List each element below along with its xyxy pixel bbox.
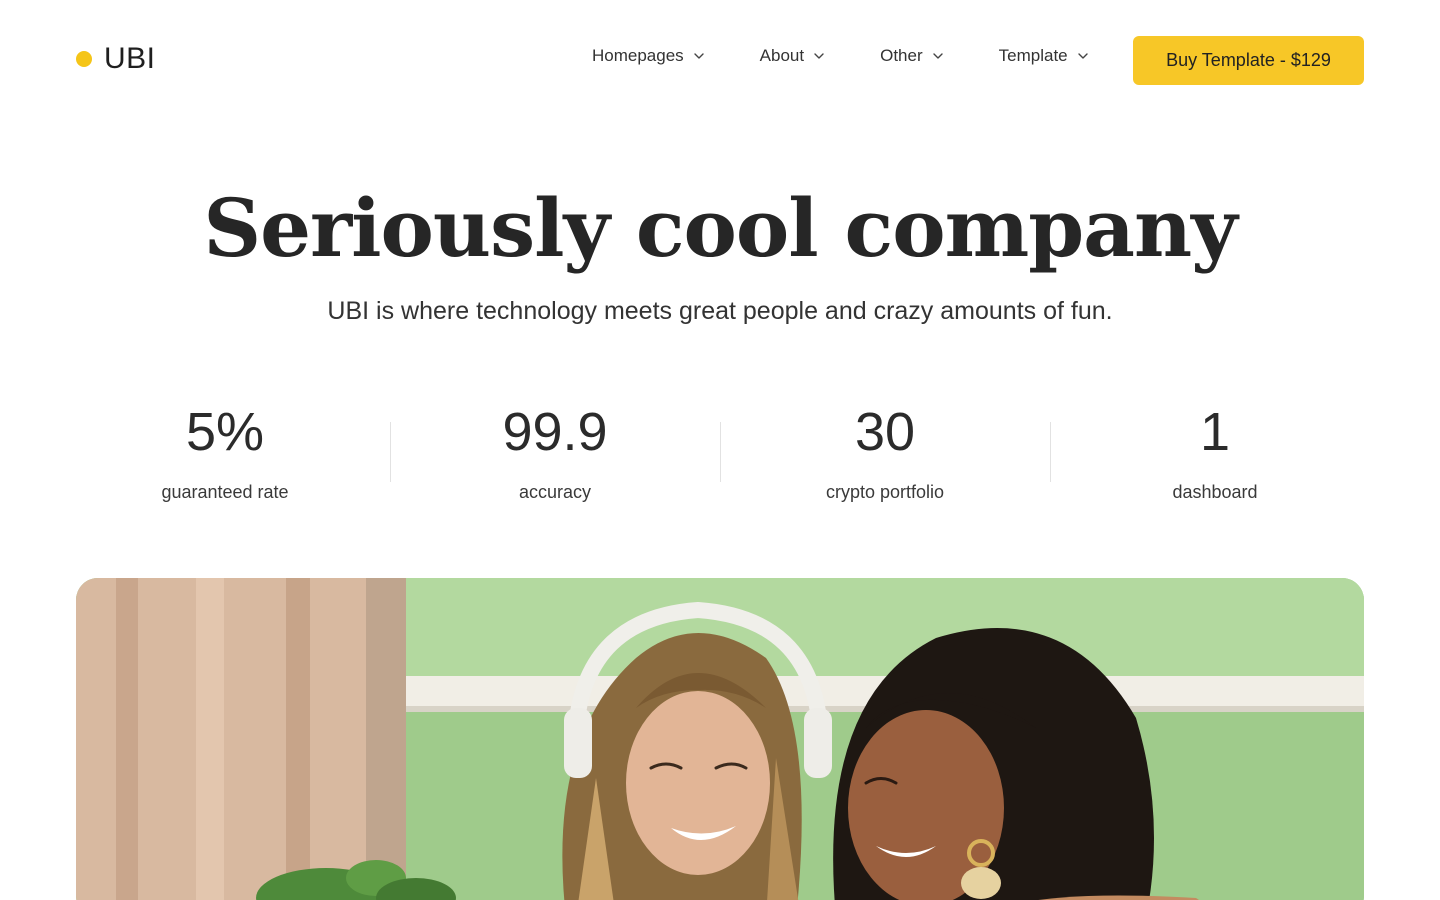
stat-label: accuracy (518, 482, 592, 502)
nav-item-label: Homepages (592, 46, 684, 65)
nav-item-other[interactable]: Other (880, 46, 945, 66)
stat-label: crypto portfolio (825, 482, 945, 502)
stat-value: 99.9 (502, 402, 608, 462)
logo-link[interactable]: UBI (76, 42, 156, 76)
logo-dot-icon (76, 51, 92, 67)
chevron-down-icon (812, 49, 826, 63)
site-header: UBI Homepages About Other Template Buy T… (0, 0, 1440, 120)
stats-row: 5% guaranteed rate 99.9 accuracy 30 cryp… (60, 400, 1380, 510)
stat-item: 5% guaranteed rate (60, 400, 390, 503)
chevron-down-icon (692, 49, 706, 63)
nav-item-label: Other (880, 46, 923, 65)
stat-label: dashboard (1172, 482, 1258, 502)
logo-text: UBI (104, 42, 156, 75)
stat-item: 99.9 accuracy (390, 400, 720, 503)
buy-template-button[interactable]: Buy Template - $129 (1133, 36, 1364, 85)
stat-item: 30 crypto portfolio (720, 400, 1050, 503)
stat-value: 1 (1199, 402, 1231, 462)
nav-item-about[interactable]: About (760, 46, 826, 66)
stat-value: 5% (185, 402, 265, 462)
nav-item-label: About (759, 46, 805, 65)
hero-title: Seriously cool company (203, 181, 1237, 275)
chevron-down-icon (931, 49, 945, 63)
stat-value: 30 (854, 402, 916, 462)
nav-item-label: Template (998, 46, 1068, 65)
stat-label: guaranteed rate (161, 482, 289, 502)
nav-item-template[interactable]: Template (999, 46, 1090, 66)
chevron-down-icon (1076, 49, 1090, 63)
hero-subtitle: UBI is where technology meets great peop… (327, 297, 1113, 325)
hero-photo-illustration (76, 578, 1364, 900)
stat-item: 1 dashboard (1050, 400, 1380, 503)
main-nav: Homepages About Other Template (592, 46, 1090, 66)
nav-item-homepages[interactable]: Homepages (592, 46, 706, 66)
hero-photo (76, 578, 1364, 900)
